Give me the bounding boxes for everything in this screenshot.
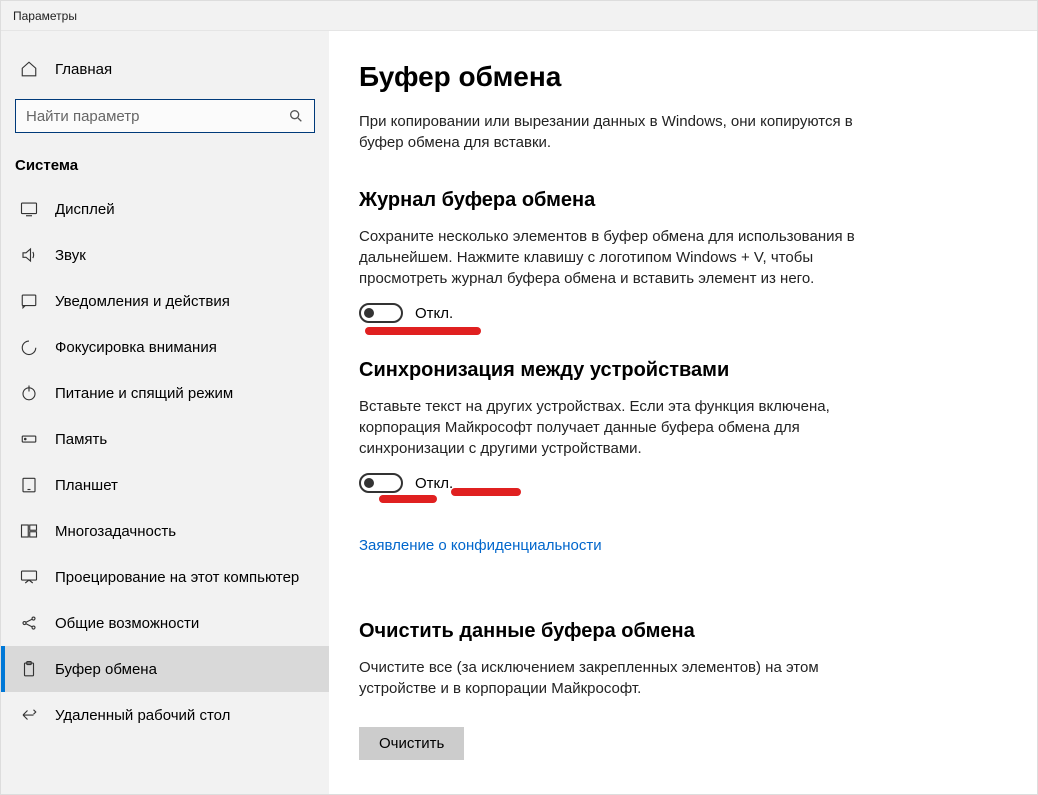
history-toggle[interactable] <box>359 303 403 323</box>
sound-icon <box>19 245 39 265</box>
clear-desc: Очистите все (за исключением закрепленны… <box>359 657 859 699</box>
history-desc: Сохраните несколько элементов в буфер об… <box>359 226 859 289</box>
sync-toggle-wrap: Откл. <box>359 473 859 507</box>
titlebar: Параметры <box>1 1 1037 31</box>
annotation-underline <box>365 327 481 335</box>
sidebar-item-display[interactable]: Дисплей <box>1 186 329 232</box>
annotation-underline <box>451 488 521 496</box>
focus-icon <box>19 337 39 357</box>
tablet-icon <box>19 475 39 495</box>
sidebar: Главная Система Дисплей Звук Уведомления… <box>1 31 329 794</box>
home-label: Главная <box>55 61 112 78</box>
sync-desc: Вставьте текст на других устройствах. Ес… <box>359 396 859 459</box>
main: Буфер обмена При копировании или вырезан… <box>329 31 1037 794</box>
sidebar-item-clipboard[interactable]: Буфер обмена <box>1 646 329 692</box>
sidebar-item-label: Звук <box>55 247 86 264</box>
sidebar-item-label: Удаленный рабочий стол <box>55 707 230 724</box>
sidebar-item-label: Планшет <box>55 477 118 494</box>
sidebar-item-tablet[interactable]: Планшет <box>1 462 329 508</box>
sidebar-item-storage[interactable]: Память <box>1 416 329 462</box>
storage-icon <box>19 429 39 449</box>
history-toggle-label: Откл. <box>415 305 453 322</box>
sidebar-item-label: Питание и спящий режим <box>55 385 233 402</box>
sidebar-item-remote[interactable]: Удаленный рабочий стол <box>1 692 329 738</box>
clipboard-icon <box>19 659 39 679</box>
sidebar-item-label: Уведомления и действия <box>55 293 230 310</box>
intro-text: При копировании или вырезании данных в W… <box>359 111 859 153</box>
section-label: Система <box>1 151 329 186</box>
display-icon <box>19 199 39 219</box>
multitask-icon <box>19 521 39 541</box>
home-row[interactable]: Главная <box>1 49 329 89</box>
sync-toggle-label: Откл. <box>415 475 453 492</box>
clear-button[interactable]: Очистить <box>359 727 464 760</box>
sidebar-item-label: Память <box>55 431 107 448</box>
sidebar-item-sound[interactable]: Звук <box>1 232 329 278</box>
shared-icon <box>19 613 39 633</box>
sidebar-item-label: Многозадачность <box>55 523 176 540</box>
sidebar-item-multitask[interactable]: Многозадачность <box>1 508 329 554</box>
history-toggle-row: Откл. <box>359 303 859 323</box>
sidebar-item-label: Фокусировка внимания <box>55 339 217 356</box>
search-icon <box>288 108 304 124</box>
sidebar-item-notifications[interactable]: Уведомления и действия <box>1 278 329 324</box>
clear-heading: Очистить данные буфера обмена <box>359 620 859 643</box>
search-input[interactable] <box>26 108 288 125</box>
annotation-underline <box>379 495 437 503</box>
sidebar-item-label: Дисплей <box>55 201 115 218</box>
search-box[interactable] <box>15 99 315 133</box>
sidebar-item-project[interactable]: Проецирование на этот компьютер <box>1 554 329 600</box>
window-title: Параметры <box>13 9 77 23</box>
sidebar-item-label: Общие возможности <box>55 615 199 632</box>
page-title: Буфер обмена <box>359 61 859 93</box>
content: Главная Система Дисплей Звук Уведомления… <box>1 31 1037 794</box>
privacy-link[interactable]: Заявление о конфиденциальности <box>359 537 602 554</box>
home-icon <box>19 59 39 79</box>
sidebar-item-shared[interactable]: Общие возможности <box>1 600 329 646</box>
sync-heading: Синхронизация между устройствами <box>359 359 859 382</box>
power-icon <box>19 383 39 403</box>
notification-icon <box>19 291 39 311</box>
history-heading: Журнал буфера обмена <box>359 189 859 212</box>
sync-toggle[interactable] <box>359 473 403 493</box>
sidebar-item-focus[interactable]: Фокусировка внимания <box>1 324 329 370</box>
remote-icon <box>19 705 39 725</box>
sidebar-item-label: Буфер обмена <box>55 661 157 678</box>
project-icon <box>19 567 39 587</box>
sidebar-item-power[interactable]: Питание и спящий режим <box>1 370 329 416</box>
sidebar-item-label: Проецирование на этот компьютер <box>55 569 299 586</box>
